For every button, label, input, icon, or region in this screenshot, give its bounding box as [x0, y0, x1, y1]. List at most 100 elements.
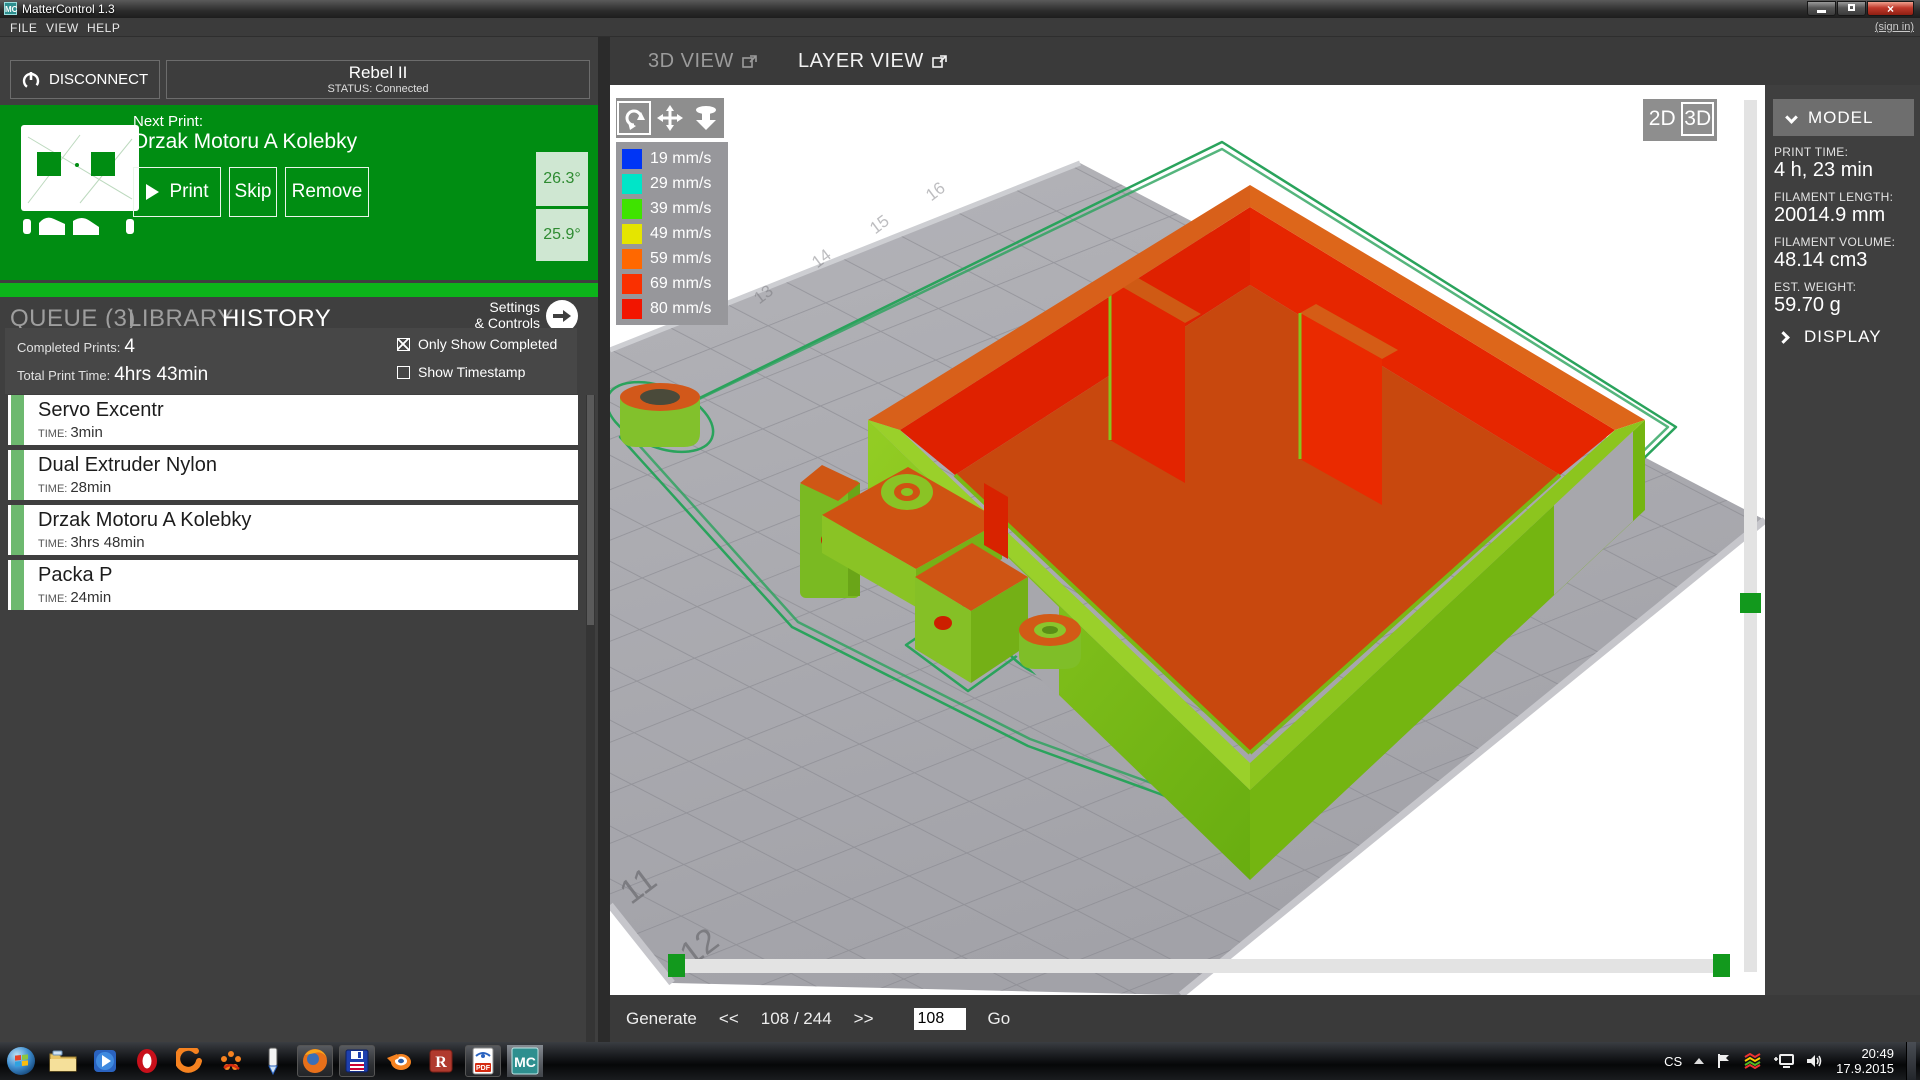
taskbar-pdf-creator-icon[interactable]: PDF: [465, 1045, 501, 1077]
popout-icon[interactable]: [932, 55, 947, 68]
title-bar[interactable]: MC MatterControl 1.3 ×: [0, 0, 1920, 18]
chevron-down-icon: [1785, 111, 1798, 124]
only-show-completed-checkbox[interactable]: Only Show Completed: [397, 336, 557, 352]
prev-layer-button[interactable]: <<: [719, 1009, 739, 1029]
menu-file[interactable]: FILE: [10, 21, 37, 35]
tray-time: 20:49: [1861, 1046, 1894, 1061]
print-button[interactable]: Print: [133, 167, 221, 217]
skip-label: Skip: [235, 181, 272, 203]
history-scrollbar[interactable]: [586, 395, 595, 1055]
item-time: TIME:3min: [38, 424, 103, 441]
svg-text:R: R: [435, 1054, 447, 1071]
disconnect-button[interactable]: DISCONNECT: [10, 60, 160, 99]
tray-expand-icon[interactable]: [1694, 1058, 1704, 1064]
move-z-tool-button[interactable]: [689, 101, 723, 135]
tab-3d-view[interactable]: 3D VIEW: [648, 50, 757, 73]
model-sidebar: MODEL PRINT TIME: 4 h, 23 min FILAMENT L…: [1765, 85, 1920, 995]
taskbar-save-app-icon[interactable]: [339, 1045, 375, 1077]
volume-icon[interactable]: [1806, 1053, 1824, 1069]
tray-language[interactable]: CS: [1664, 1054, 1682, 1069]
print-time-value: 4 h, 23 min: [1774, 159, 1873, 182]
tab-layer-view[interactable]: LAYER VIEW: [798, 50, 947, 73]
tray-app-icon[interactable]: [1744, 1053, 1762, 1069]
legend-row: 69 mm/s: [616, 271, 728, 296]
item-time-value: 3min: [70, 424, 103, 441]
completed-prints-value: 4: [124, 336, 135, 357]
item-time-value: 24min: [70, 589, 111, 606]
menu-help[interactable]: HELP: [87, 21, 120, 35]
checkbox-checked-icon[interactable]: [397, 338, 410, 351]
view-toolbar: [616, 98, 724, 138]
item-time: TIME:3hrs 48min: [38, 534, 145, 551]
tray-clock[interactable]: 20:49 17.9.2015: [1836, 1046, 1894, 1076]
show-desktop-button[interactable]: [1906, 1042, 1916, 1080]
rotate-tool-button[interactable]: [617, 101, 651, 135]
taskbar-blender-icon[interactable]: [381, 1045, 417, 1077]
taskbar-explorer-icon[interactable]: [45, 1045, 81, 1077]
item-name: Dual Extruder Nylon: [38, 454, 217, 477]
taskbar-media-player-icon[interactable]: [87, 1045, 123, 1077]
history-item[interactable]: Dual Extruder Nylon TIME:28min: [8, 450, 578, 500]
menu-bar: FILE VIEW HELP (sign in): [0, 18, 1920, 37]
extruder-temperature[interactable]: 26.3°: [536, 152, 588, 206]
layer-slider-horizontal[interactable]: [680, 959, 1723, 973]
bed-temperature[interactable]: 25.9°: [536, 209, 588, 261]
item-name: Servo Excentr: [38, 399, 164, 422]
legend-label: 59 mm/s: [650, 250, 711, 268]
item-time-label: TIME:: [38, 483, 67, 495]
taskbar-opera-icon[interactable]: [129, 1045, 165, 1077]
checkbox-unchecked-icon[interactable]: [397, 366, 410, 379]
minimize-button[interactable]: [1807, 1, 1836, 16]
generate-button[interactable]: Generate: [626, 1009, 697, 1029]
go-button[interactable]: Go: [988, 1009, 1011, 1029]
model-header-label: MODEL: [1808, 108, 1873, 128]
start-button[interactable]: [3, 1045, 39, 1077]
history-item[interactable]: Drzak Motoru A Kolebky TIME:3hrs 48min: [8, 505, 578, 555]
sign-in-link[interactable]: (sign in): [1875, 21, 1914, 33]
taskbar-mattercontrol-icon[interactable]: MC: [507, 1045, 543, 1077]
legend-row: 80 mm/s: [616, 296, 728, 321]
taskbar-r-app-icon[interactable]: R: [423, 1045, 459, 1077]
bed-label-15: 15: [866, 211, 893, 238]
print-thumbnail: [20, 125, 142, 237]
filament-length-label: FILAMENT LENGTH:: [1774, 190, 1893, 204]
est-weight-value: 59.70 g: [1774, 294, 1841, 317]
layer-slider-handle[interactable]: [1740, 593, 1761, 613]
history-item[interactable]: Packa P TIME:24min: [8, 560, 578, 610]
model-section-header[interactable]: MODEL: [1773, 99, 1914, 136]
history-item[interactable]: Servo Excentr TIME:3min: [8, 395, 578, 445]
taskbar-audio-app-icon[interactable]: [171, 1045, 207, 1077]
taskbar-pen-app-icon[interactable]: [255, 1045, 291, 1077]
pan-tool-button[interactable]: [653, 101, 687, 135]
action-center-flag-icon[interactable]: [1716, 1053, 1732, 1069]
network-icon[interactable]: [1774, 1053, 1794, 1069]
menu-view[interactable]: VIEW: [46, 21, 79, 35]
show-timestamp-checkbox[interactable]: Show Timestamp: [397, 364, 525, 380]
view-3d-button[interactable]: 3D: [1681, 102, 1714, 136]
item-time-value: 28min: [70, 479, 111, 496]
filament-length-value: 20014.9 mm: [1774, 204, 1885, 227]
popout-icon[interactable]: [742, 55, 757, 68]
disconnect-label: DISCONNECT: [49, 71, 148, 88]
legend-color-chip: [622, 299, 642, 319]
remove-button[interactable]: Remove: [285, 167, 369, 217]
taskbar-photo-app-icon[interactable]: [213, 1045, 249, 1077]
layer-position: 108 / 244: [761, 1009, 832, 1029]
layer-slider-end-handle[interactable]: [1713, 954, 1730, 977]
layer-slider-vertical[interactable]: [1744, 100, 1757, 972]
view-2d-button[interactable]: 2D: [1646, 102, 1678, 136]
close-button[interactable]: ×: [1867, 1, 1914, 16]
layer-number-input[interactable]: [914, 1008, 966, 1030]
display-section-header[interactable]: DISPLAY: [1779, 327, 1882, 347]
next-layer-button[interactable]: >>: [854, 1009, 874, 1029]
remove-label: Remove: [292, 181, 363, 203]
settings-controls-link[interactable]: Settings & Controls: [430, 299, 540, 331]
layer-slider-start-handle[interactable]: [668, 954, 685, 977]
layer-generate-bar: Generate << 108 / 244 >> Go: [610, 995, 1920, 1042]
skip-button[interactable]: Skip: [229, 167, 277, 217]
legend-row: 59 mm/s: [616, 246, 728, 271]
layer-view-canvas[interactable]: 11 12 13 14 15 16: [610, 85, 1765, 995]
restore-button[interactable]: [1837, 1, 1866, 16]
chevron-right-icon: [1777, 331, 1790, 344]
taskbar-firefox-icon[interactable]: [297, 1045, 333, 1077]
